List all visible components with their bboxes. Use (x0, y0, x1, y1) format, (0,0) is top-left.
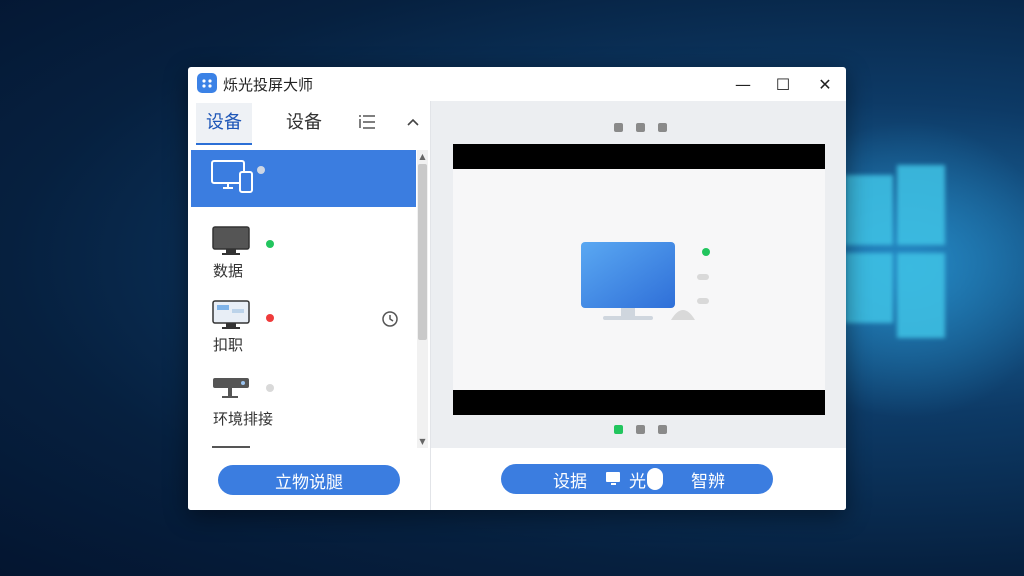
online-status-dot (266, 240, 274, 248)
maximize-button[interactable]: ☐ (768, 71, 798, 97)
device-label: 数据 (213, 262, 244, 280)
right-action-label-mid: 光 (629, 471, 646, 492)
tab-devices[interactable]: 设备 (196, 103, 252, 145)
tab-devices-2[interactable]: 设备 (276, 103, 332, 143)
window-title: 烁光投屏大师 (223, 76, 314, 94)
device-item[interactable]: 数据 (191, 216, 416, 290)
device-item-partial (212, 446, 250, 448)
page-dot-active[interactable] (614, 425, 623, 434)
left-action-label: 立物说腿 (275, 472, 343, 493)
minimize-button[interactable]: — (728, 71, 758, 97)
device-item[interactable]: 扣职 (191, 290, 416, 364)
tab-bar: 设备 设备 (188, 101, 430, 149)
status-dot (257, 166, 265, 174)
scroll-thumb[interactable] (418, 164, 427, 340)
page-dot[interactable] (658, 123, 667, 132)
letterbox-bottom (453, 390, 825, 415)
left-action-button[interactable]: 立物说腿 (218, 465, 400, 495)
device-label: 环境排接 (213, 410, 274, 428)
maximize-icon: ☐ (775, 74, 791, 94)
screen-preview (453, 144, 825, 415)
app-window: 烁光投屏大师 — ☐ ✕ 设备 设备 数据 扣职 环境排接 ▲ ▼ 立物说腿 设… (188, 67, 846, 510)
right-action-button[interactable]: 设据 光 智辨 (501, 464, 773, 494)
minimize-icon: — (735, 74, 751, 94)
device-item[interactable]: 环境排接 (191, 364, 416, 438)
bottom-action-bar: 设据 光 智辨 (431, 448, 846, 510)
right-action-label-left: 设据 (553, 471, 587, 492)
scroll-up-arrow-icon[interactable]: ▲ (417, 152, 428, 161)
app-logo-icon (197, 73, 217, 93)
device-item-selected[interactable] (191, 150, 416, 207)
device-list: 数据 扣职 环境排接 (191, 150, 416, 448)
monitor-icon (212, 300, 250, 329)
page-dot[interactable] (636, 123, 645, 132)
monitor-icon (212, 226, 250, 255)
device-list-scrollbar[interactable]: ▲ ▼ (417, 150, 428, 448)
letterbox-top (453, 144, 825, 169)
mouse-icon (647, 468, 663, 490)
monitor-illustration-icon (581, 242, 710, 320)
list-menu-icon[interactable] (358, 114, 376, 134)
screen-cast-icon (605, 471, 623, 492)
title-bar: 烁光投屏大师 — ☐ ✕ (188, 67, 846, 101)
close-icon: ✕ (818, 74, 832, 94)
page-dot[interactable] (636, 425, 645, 434)
close-button[interactable]: ✕ (810, 71, 840, 97)
page-dot[interactable] (658, 425, 667, 434)
collapse-chevron-up-icon[interactable] (406, 114, 420, 133)
projector-icon (213, 378, 249, 398)
scroll-down-arrow-icon[interactable]: ▼ (417, 437, 428, 446)
windows-logo-wallpaper (845, 165, 945, 345)
pc-and-phone-icon (211, 160, 253, 193)
page-dot[interactable] (614, 123, 623, 132)
offline-status-dot (266, 314, 274, 322)
device-panel: 设备 设备 数据 扣职 环境排接 ▲ ▼ 立物说腿 (188, 101, 430, 510)
right-action-label-right: 智辨 (691, 471, 725, 492)
device-label: 扣职 (213, 336, 244, 354)
status-dot (266, 384, 274, 392)
refresh-clock-icon[interactable] (381, 310, 399, 332)
